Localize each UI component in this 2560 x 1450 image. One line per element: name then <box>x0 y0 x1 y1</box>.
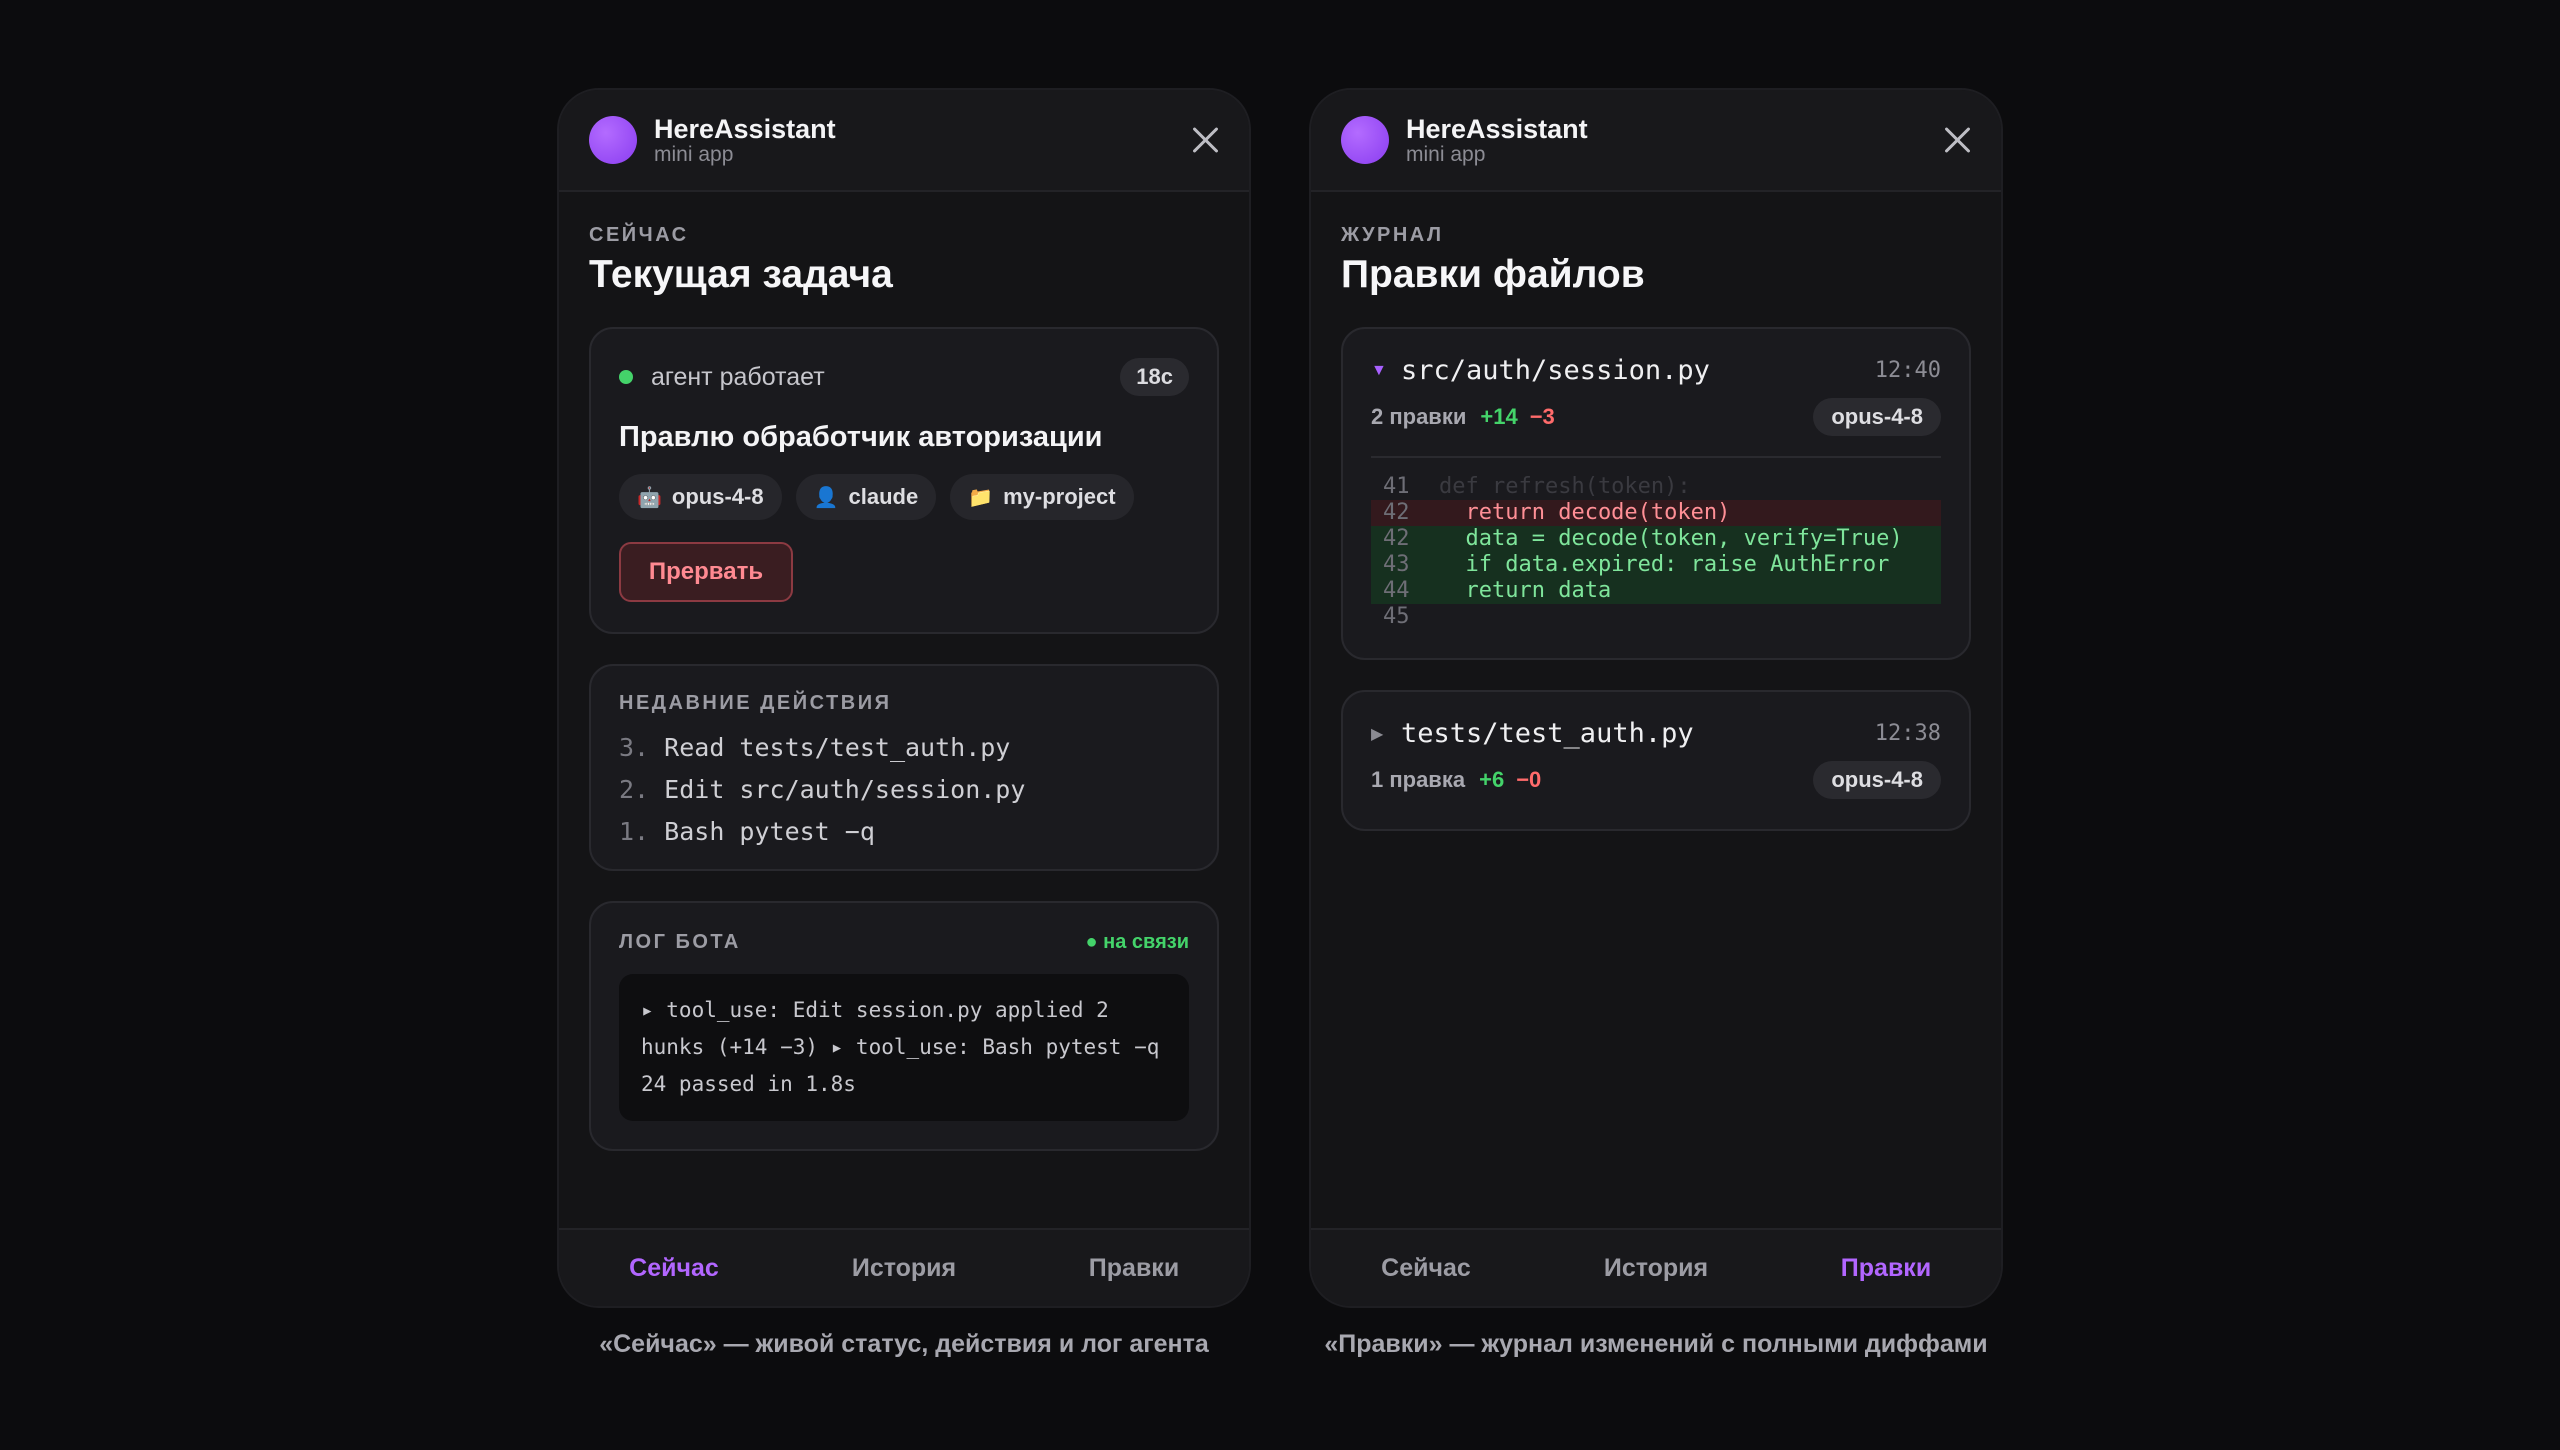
tab-history[interactable]: История <box>789 1230 1019 1306</box>
model-chip: 🤖 opus-4-8 <box>619 474 782 520</box>
recent-actions-card: НЕДАВНИЕ ДЕЙСТВИЯ 3. Read tests/test_aut… <box>589 664 1219 871</box>
app-avatar <box>1341 116 1389 164</box>
lines-removed: −3 <box>1529 404 1555 429</box>
online-status: ● на связи <box>1085 931 1189 953</box>
diff-view: 41 def refresh(token): 42 return decode(t… <box>1371 474 1941 630</box>
section-kicker: СЕЙЧАС <box>589 224 689 246</box>
app-header: HereAssistant mini app <box>559 90 1249 192</box>
diff-line-added: 43 if data.expired: raise AuthError <box>1371 552 1941 578</box>
bot-log-output: ▸ tool_use: Edit session.py applied 2 hu… <box>619 974 1189 1121</box>
lines-added: +6 <box>1479 767 1505 792</box>
app-avatar <box>589 116 637 164</box>
elapsed-badge: 18с <box>1120 358 1189 396</box>
agent-status: агент работает <box>651 362 825 391</box>
diff-line-context: 45 <box>1383 604 1410 629</box>
section-kicker: ЖУРНАЛ <box>1341 224 1444 246</box>
tab-bar: Сейчас История Правки <box>1311 1228 2001 1306</box>
user-icon: 👤 <box>813 486 839 509</box>
tab-now[interactable]: Сейчас <box>1311 1230 1541 1306</box>
tab-edits[interactable]: Правки <box>1771 1230 2001 1306</box>
recent-actions-label: НЕДАВНИЕ ДЕЙСТВИЯ <box>619 692 892 714</box>
app-header: HereAssistant mini app <box>1311 90 2001 192</box>
close-icon[interactable] <box>1191 126 1219 154</box>
diff-line-added: 42 data = decode(token, verify=True) <box>1371 526 1941 552</box>
diff-line-removed: 42 return decode(token) <box>1371 500 1941 526</box>
phone-edits-screen: HereAssistant mini app ЖУРНАЛ Правки фай… <box>1309 88 2003 1308</box>
file-time: 12:38 <box>1874 721 1941 746</box>
bot-log-label: ЛОГ БОТА <box>619 931 741 953</box>
app-name: HereAssistant <box>654 114 836 144</box>
page-title: Текущая задача <box>589 253 893 296</box>
caret-right-icon[interactable]: ▶ <box>1371 724 1401 744</box>
caret-down-icon[interactable]: ▼ <box>1371 362 1401 380</box>
app-subtitle: mini app <box>1406 143 1486 166</box>
list-item: 3. Read tests/test_auth.py <box>619 733 1011 762</box>
model-badge: opus-4-8 <box>1813 398 1941 436</box>
abort-button[interactable]: Прервать <box>619 542 793 602</box>
divider <box>1371 456 1941 458</box>
file-time: 12:40 <box>1874 358 1941 383</box>
list-item: 1. Bash pytest −q <box>619 817 875 846</box>
close-icon[interactable] <box>1943 126 1971 154</box>
bot-log-card: ЛОГ БОТА ● на связи ▸ tool_use: Edit ses… <box>589 901 1219 1151</box>
phone-now-screen: HereAssistant mini app СЕЙЧАС Текущая за… <box>557 88 1251 1308</box>
caption-now: «Сейчас» — живой статус, действия и лог … <box>599 1330 1209 1358</box>
app-subtitle: mini app <box>654 143 734 166</box>
task-title: Правлю обработчик авторизации <box>619 421 1103 453</box>
caption-edits: «Правки» — журнал изменений с полными ди… <box>1324 1330 1988 1358</box>
edit-count: 1 правка <box>1371 767 1466 792</box>
folder-icon: 📁 <box>968 486 994 509</box>
tab-bar: Сейчас История Правки <box>559 1228 1249 1306</box>
task-chips: 🤖 opus-4-8 👤 claude 📁 my-project <box>619 474 1189 520</box>
diff-line-context: 41 def refresh(token): <box>1383 474 1691 499</box>
app-name: HereAssistant <box>1406 114 1588 144</box>
status-dot <box>619 370 633 384</box>
current-task-card: агент работает 18с Правлю обработчик авт… <box>589 327 1219 634</box>
tab-now[interactable]: Сейчас <box>559 1230 789 1306</box>
model-badge: opus-4-8 <box>1813 761 1941 799</box>
lines-added: +14 <box>1480 404 1518 429</box>
edit-count: 2 правки <box>1371 404 1467 429</box>
robot-icon: 🤖 <box>637 486 662 509</box>
diff-line-added: 44 return data <box>1371 578 1941 604</box>
file-card[interactable]: ▼ src/auth/session.py 12:40 2 правки +14… <box>1341 327 1971 660</box>
tab-edits[interactable]: Правки <box>1019 1230 1249 1306</box>
lines-removed: −0 <box>1516 767 1542 792</box>
file-card[interactable]: ▶ tests/test_auth.py 12:38 1 правка +6 −… <box>1341 690 1971 831</box>
tab-history[interactable]: История <box>1541 1230 1771 1306</box>
file-name: tests/test_auth.py <box>1401 718 1694 749</box>
page-title: Правки файлов <box>1341 253 1645 296</box>
project-chip: 📁 my-project <box>950 474 1134 520</box>
user-chip: 👤 claude <box>795 474 937 520</box>
list-item: 2. Edit src/auth/session.py <box>619 775 1026 804</box>
file-name: src/auth/session.py <box>1401 355 1710 386</box>
